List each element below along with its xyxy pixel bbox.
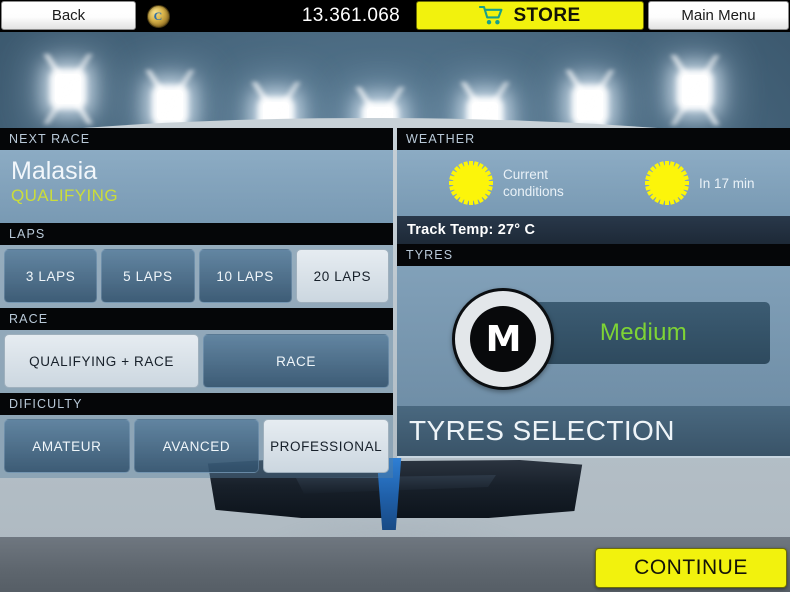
tyre-compound-icon[interactable]: M (452, 288, 554, 390)
top-bar: Back C 13.361.068 STORE Main Menu (0, 0, 790, 32)
credit-coin-icon: C (146, 4, 170, 28)
laps-options-row: 3 LAPS 5 LAPS 10 LAPS 20 LAPS (0, 245, 393, 308)
next-race-header: NEXT RACE (0, 128, 393, 150)
weather-current: Current conditions (403, 161, 599, 205)
next-race-info: Malasia QUALIFYING (0, 150, 393, 223)
main-menu-button[interactable]: Main Menu (648, 1, 789, 30)
race-header: RACE (0, 308, 393, 330)
difficulty-header: DIFICULTY (0, 393, 393, 415)
credits-coin-cell: C (138, 0, 178, 32)
race-settings-panel: NEXT RACE Malasia QUALIFYING LAPS 3 LAPS… (0, 128, 393, 478)
track-temperature: Track Temp: 27° C (397, 216, 790, 244)
laps-header: LAPS (0, 223, 393, 245)
race-option-qualifying-race[interactable]: QUALIFYING + RACE (4, 334, 200, 388)
stadium-light-2 (157, 90, 183, 120)
sun-icon-current (449, 161, 493, 205)
weather-tyres-panel: WEATHER Current conditions In 17 min Tra… (397, 128, 790, 458)
continue-button[interactable]: CONTINUE (595, 548, 787, 588)
weather-current-label: Current conditions (503, 167, 564, 199)
difficulty-option-advanced[interactable]: AVANCED (133, 419, 260, 473)
race-track-name: Malasia (11, 157, 98, 185)
weather-body: Current conditions In 17 min (397, 150, 790, 216)
weather-header: WEATHER (397, 128, 790, 150)
tyres-header: TYRES (397, 244, 790, 266)
credits-amount: 13.361.068 (178, 0, 414, 32)
tyres-body[interactable]: Medium M (397, 266, 790, 406)
laps-option-5[interactable]: 5 LAPS (101, 249, 195, 303)
game-screen: Back C 13.361.068 STORE Main Menu NEXT R… (0, 0, 790, 592)
tyre-compound-letter: M (470, 306, 536, 372)
store-button[interactable]: STORE (416, 1, 644, 30)
laps-option-3[interactable]: 3 LAPS (4, 249, 98, 303)
stadium-light-6 (577, 90, 603, 120)
weather-forecast-label: In 17 min (699, 175, 755, 191)
difficulty-options-row: AMATEUR AVANCED PROFESSIONAL (0, 415, 393, 478)
tyre-compound-name[interactable]: Medium (517, 302, 770, 364)
race-option-race[interactable]: RACE (203, 334, 389, 388)
stadium-light-1 (55, 74, 81, 104)
background-ceiling-lights (0, 32, 790, 136)
tyres-selection-button[interactable]: TYRES SELECTION (397, 406, 790, 458)
weather-forecast: In 17 min (599, 161, 755, 205)
sun-icon-forecast (645, 161, 689, 205)
laps-option-10[interactable]: 10 LAPS (198, 249, 292, 303)
laps-option-20[interactable]: 20 LAPS (295, 249, 389, 303)
difficulty-option-professional[interactable]: PROFESSIONAL (263, 419, 390, 473)
tyres-selection-label: TYRES SELECTION (409, 415, 675, 446)
race-session-type: QUALIFYING (11, 186, 118, 205)
difficulty-option-amateur[interactable]: AMATEUR (4, 419, 130, 473)
race-options-row: QUALIFYING + RACE RACE (0, 330, 393, 393)
stadium-light-7 (682, 75, 708, 105)
store-label: STORE (513, 4, 581, 26)
back-button[interactable]: Back (1, 1, 136, 30)
shopping-cart-icon (479, 5, 504, 26)
